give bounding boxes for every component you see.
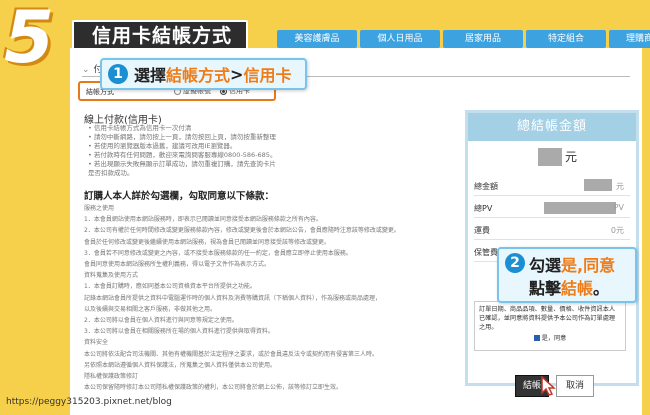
card-payment-notes: • 信用卡結帳方式為信用卡一次付清 • 請勿中斷網路，請勿按上一頁，請勿按回上頁… [88,124,278,178]
row-label: 保管費 [474,248,498,257]
chevron-down-icon[interactable]: ⌄ [82,65,90,75]
cursor-arrow-icon [541,376,556,396]
agree-checkbox[interactable] [533,335,540,341]
note-line: • 若付款時有任何問題，歡迎來電詢問客服專線0800-586-685。 [88,151,277,159]
callout-highlight: 結帳 [561,279,594,298]
nav-item-purchase[interactable]: 理購商品 [609,30,650,48]
terms-paragraph: 3．本公司將以會員在相關服務所在場的個人資料進行提供與取得資料。 [84,328,274,336]
callout-text: 選擇 [134,66,167,85]
callout-text: 。 [593,279,610,298]
terms-paragraph: 本公司保留隨時修訂本公司隱私權保護政策的權利，本公司將會於網上公佈，該等修訂立即… [84,384,343,392]
terms-paragraph: 1．本會員訂購時，應如同基本公司資格資本平台所提供之功能。 [84,283,256,291]
row-value: PV [613,203,624,212]
amount-redacted [538,148,562,166]
callout-number: 2 [505,253,525,273]
callout-text: 勾選 [529,256,562,275]
summary-row-shipping: 運費 0元 [474,225,630,240]
agreement-text: 訂單日期、商品品項、數量、價格、收件資訊本人已確認，並同意將資料提供予本公司作為… [479,306,616,331]
checkout-page: ⌄付款資訊 結帳方式 虛擬帳號 信用卡 線上付款(信用卡) • 信用卡結帳方式為… [70,48,642,415]
terms-paragraph: 以及後續與交易相關之客戶服務，非做其他之用。 [84,305,217,313]
blog-url: https://peggy315203.pixnet.net/blog [6,397,172,407]
value-redacted [584,179,612,191]
value-redacted [544,202,616,214]
terms-paragraph: 資料安全 [84,339,109,347]
row-label: 總金額 [474,182,498,191]
terms-paragraph: 另依照本網站遵循個人資料保護法，所蒐集之個人資料僅供本公司使用。 [84,361,277,369]
callout-number: 1 [108,64,128,84]
terms-paragraph: 2．本公司將以會員在個人資料進行與同意等規定之使用。 [84,317,238,325]
terms-paragraph: 資料蒐集及使用方式 [84,272,139,280]
callout-highlight: 信用卡 [243,66,292,85]
watermark [270,198,390,268]
amount-unit: 元 [565,150,578,164]
tutorial-frame: 5 信用卡結帳方式 美容護膚品 個人日用品 居家用品 特定組合 理購商品 ⌄付款… [0,0,650,415]
terms-title: 訂購人本人詳於勾選欄，勾取同意以下條款： [84,191,275,202]
row-label: 總PV [474,204,493,213]
callout-line-1: 勾選是,同意 [529,252,615,276]
summary-row-total: 總金額 元 [474,179,630,196]
terms-paragraph: 記錄本網站會員所提供之資料中電腦運作時的個人資料及消費等購資訊（下稱個人資料），… [84,294,382,302]
row-label: 運費 [474,226,490,235]
nav-item-beauty[interactable]: 美容護膚品 [277,30,357,48]
cancel-button[interactable]: 取消 [556,375,594,397]
callout-text: 點擊 [529,279,562,298]
nav-item-home[interactable]: 居家用品 [443,30,523,48]
agree-checkbox-row[interactable]: 是，同意 [479,334,621,343]
top-nav: 美容護膚品 個人日用品 居家用品 特定組合 理購商品 [277,30,650,48]
agree-label: 是，同意 [541,335,567,342]
row-value: 元 [616,182,624,191]
summary-title: 總結帳金額 [468,113,636,141]
note-line: • 請勿中斷網路，請勿按上一頁，請勿按回上頁，請勿按重新整理 [88,133,276,141]
terms-paragraph: 本公司將依法配合司法機關、其他有權機關基於法定程序之要求，或於會員違反法令或契約… [84,350,379,358]
callout-line-2: 點擊結帳。 [529,275,609,299]
step-number: 5 [4,0,55,79]
note-line: • 若出現顯示失敗無顯示訂單成功，請勿重複訂購，請先查詢卡片是否扣款成功。 [88,160,276,177]
callout-highlight: 是,同意 [561,256,616,275]
callout-step-2: 2 勾選是,同意 點擊結帳。 [497,247,637,303]
nav-item-bundle[interactable]: 特定組合 [526,30,606,48]
nav-item-personal[interactable]: 個人日用品 [360,30,440,48]
row-value: 0元 [610,226,624,235]
terms-paragraph: 隱私權保護政策修訂 [84,373,139,381]
callout-step-1: 1 選擇 結帳方式 > 信用卡 [100,58,308,90]
summary-row-pv: 總PV PV [474,202,630,218]
note-line: • 若使用的瀏覽器版本過舊，建議可改用IE瀏覽器。 [88,142,237,150]
note-line: • 信用卡結帳方式為信用卡一次付清 [88,124,192,132]
agreement-box: 訂單日期、商品品項、數量、價格、收件資訊本人已確認，並同意將資料提供予本公司作為… [474,301,626,351]
callout-separator: > [230,64,244,84]
callout-highlight: 結帳方式 [166,66,231,85]
